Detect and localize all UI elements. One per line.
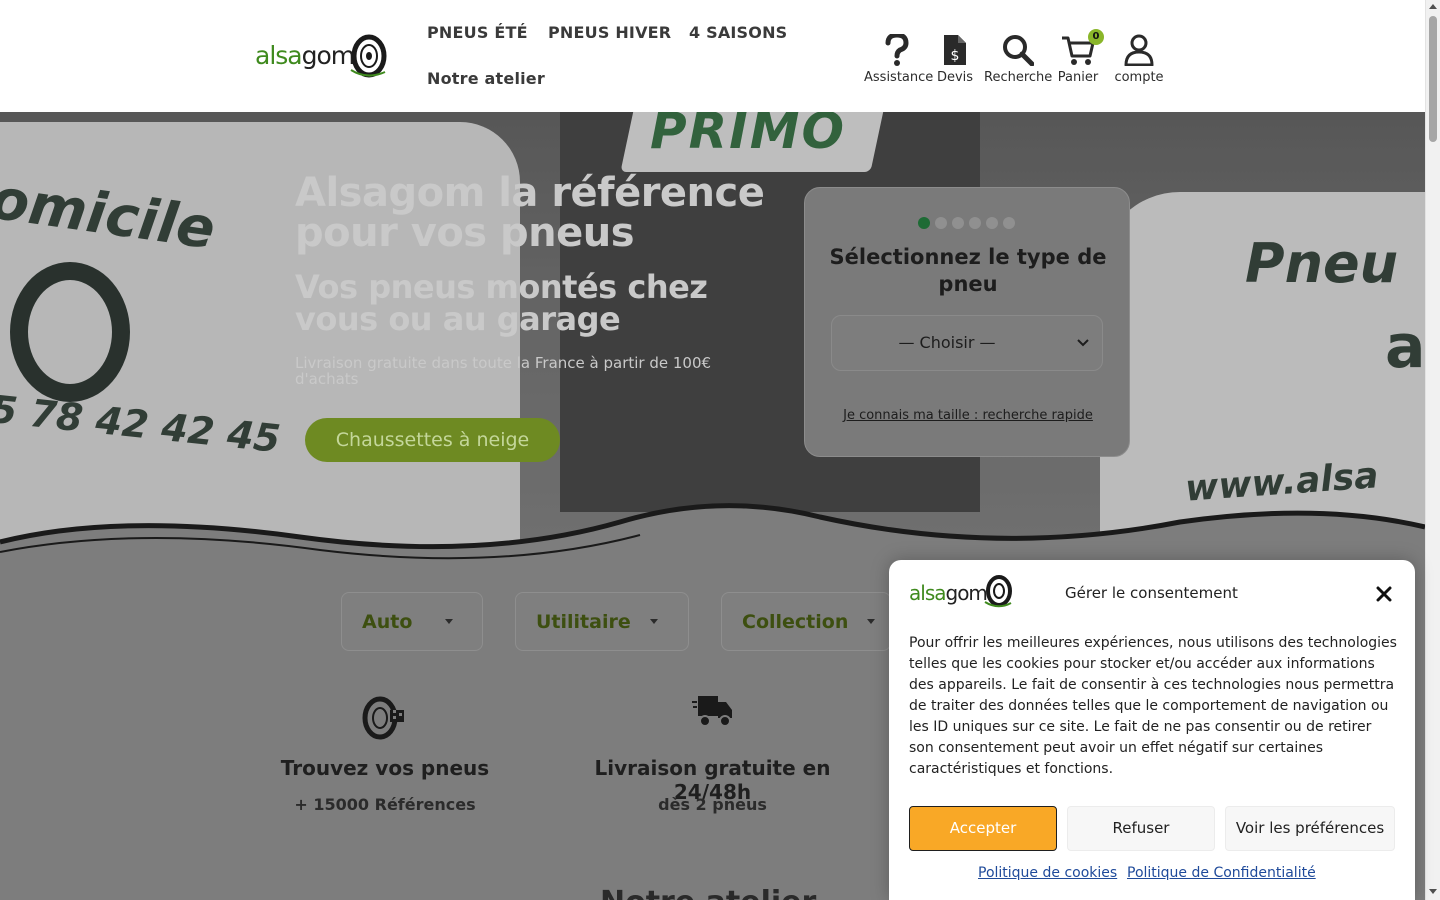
site-header: alsagom PNEUS ÉTÉ PNEUS HIVER 4 SAISONS … bbox=[0, 0, 1425, 112]
step-dot[interactable] bbox=[952, 217, 964, 229]
privacy-policy-link[interactable]: Politique de Confidentialité bbox=[1127, 865, 1316, 881]
panier-button[interactable]: 0 Panier bbox=[1057, 29, 1104, 85]
tire-type-selector: Sélectionnez le type de pneu — Choisir —… bbox=[804, 187, 1130, 457]
step-dot[interactable] bbox=[1003, 217, 1015, 229]
cookie-consent-dialog: alsagom Gérer le consentement Pour offri… bbox=[889, 560, 1415, 900]
cookie-policy-link[interactable]: Politique de cookies bbox=[978, 865, 1117, 881]
selector-title: Sélectionnez le type de pneu bbox=[829, 245, 1107, 296]
page-scrollbar[interactable] bbox=[1425, 0, 1440, 900]
devis-button[interactable]: $ Devis bbox=[936, 34, 974, 85]
panier-label: Panier bbox=[1057, 70, 1099, 85]
selector-step-dots bbox=[918, 217, 1015, 229]
caret-down-icon bbox=[445, 619, 453, 624]
search-icon bbox=[1003, 35, 1034, 66]
chevron-down-icon bbox=[1077, 339, 1089, 347]
scrollbar-thumb[interactable] bbox=[1429, 16, 1437, 142]
category-collection-label: Collection bbox=[742, 611, 849, 633]
refuse-cookies-button[interactable]: Refuser bbox=[1067, 806, 1215, 851]
svg-text:$: $ bbox=[951, 48, 960, 64]
nav-pneus-ete[interactable]: PNEUS ÉTÉ bbox=[427, 23, 528, 42]
cookie-preferences-button[interactable]: Voir les préférences bbox=[1225, 806, 1395, 851]
scroll-down-arrow-icon[interactable] bbox=[1429, 889, 1437, 894]
question-icon bbox=[885, 34, 909, 66]
category-utilitaire-button[interactable]: Utilitaire bbox=[515, 592, 689, 651]
tire-flag-icon bbox=[362, 696, 404, 740]
delivery-truck-icon bbox=[692, 696, 732, 727]
nav-4-saisons[interactable]: 4 SAISONS bbox=[689, 23, 787, 42]
caret-down-icon bbox=[650, 619, 658, 624]
snow-socks-button[interactable]: Chaussettes à neige bbox=[305, 418, 560, 462]
compte-button[interactable]: compte bbox=[1112, 34, 1166, 85]
tire-type-select[interactable]: — Choisir — bbox=[831, 315, 1103, 371]
category-auto-label: Auto bbox=[362, 611, 413, 633]
compte-label: compte bbox=[1114, 70, 1164, 85]
hero-title: Alsagom la référence pour vos pneus bbox=[295, 170, 765, 256]
cookie-dialog-logo: alsagom bbox=[909, 574, 1014, 610]
cart-count-badge: 0 bbox=[1088, 29, 1104, 45]
scroll-up-arrow-icon[interactable] bbox=[1429, 4, 1437, 9]
category-collection-button[interactable]: Collection bbox=[721, 592, 891, 651]
assistance-button[interactable]: Assistance bbox=[864, 34, 934, 85]
caret-down-icon bbox=[867, 619, 875, 624]
category-utilitaire-label: Utilitaire bbox=[536, 611, 631, 633]
quote-document-icon: $ bbox=[944, 35, 966, 65]
nav-notre-atelier[interactable]: Notre atelier bbox=[427, 69, 545, 88]
site-logo[interactable]: alsagom bbox=[255, 34, 390, 80]
logo-text-alsa: alsa bbox=[255, 41, 303, 70]
step-dot[interactable] bbox=[918, 217, 930, 229]
recherche-button[interactable]: Recherche bbox=[984, 34, 1052, 85]
atelier-section-heading: Notre atelier bbox=[600, 885, 816, 900]
quick-size-search-link[interactable]: Je connais ma taille : recherche rapide bbox=[805, 408, 1131, 423]
close-icon[interactable] bbox=[1376, 586, 1392, 602]
tire-logo-icon bbox=[350, 34, 387, 78]
devis-label: Devis bbox=[936, 70, 974, 85]
user-icon bbox=[1124, 34, 1154, 66]
feature-title-find-tires: Trouvez vos pneus bbox=[280, 756, 490, 780]
nav-pneus-hiver[interactable]: PNEUS HIVER bbox=[548, 23, 671, 42]
category-auto-button[interactable]: Auto bbox=[341, 592, 483, 651]
cookie-dialog-title: Gérer le consentement bbox=[1065, 584, 1238, 602]
step-dot[interactable] bbox=[986, 217, 998, 229]
hero-subtitle: Vos pneus montés chez vous ou au garage bbox=[295, 268, 708, 338]
feature-subtitle-two-tires: dès 2 pneus bbox=[658, 795, 767, 814]
feature-subtitle-references: + 15000 Références bbox=[294, 795, 476, 814]
cookie-logo-text-gom: gom bbox=[945, 581, 988, 605]
cookie-dialog-text: Pour offrir les meilleures expériences, … bbox=[909, 635, 1397, 777]
tire-logo-icon bbox=[984, 575, 1012, 608]
assistance-label: Assistance bbox=[864, 70, 934, 85]
recherche-label: Recherche bbox=[984, 70, 1053, 85]
tire-type-select-value: — Choisir — bbox=[898, 333, 996, 352]
accept-cookies-button[interactable]: Accepter bbox=[909, 806, 1057, 851]
hero-delivery-text: Livraison gratuite dans toute la France … bbox=[295, 354, 712, 388]
step-dot[interactable] bbox=[969, 217, 981, 229]
cookie-logo-text-alsa: alsa bbox=[909, 581, 946, 605]
step-dot[interactable] bbox=[935, 217, 947, 229]
